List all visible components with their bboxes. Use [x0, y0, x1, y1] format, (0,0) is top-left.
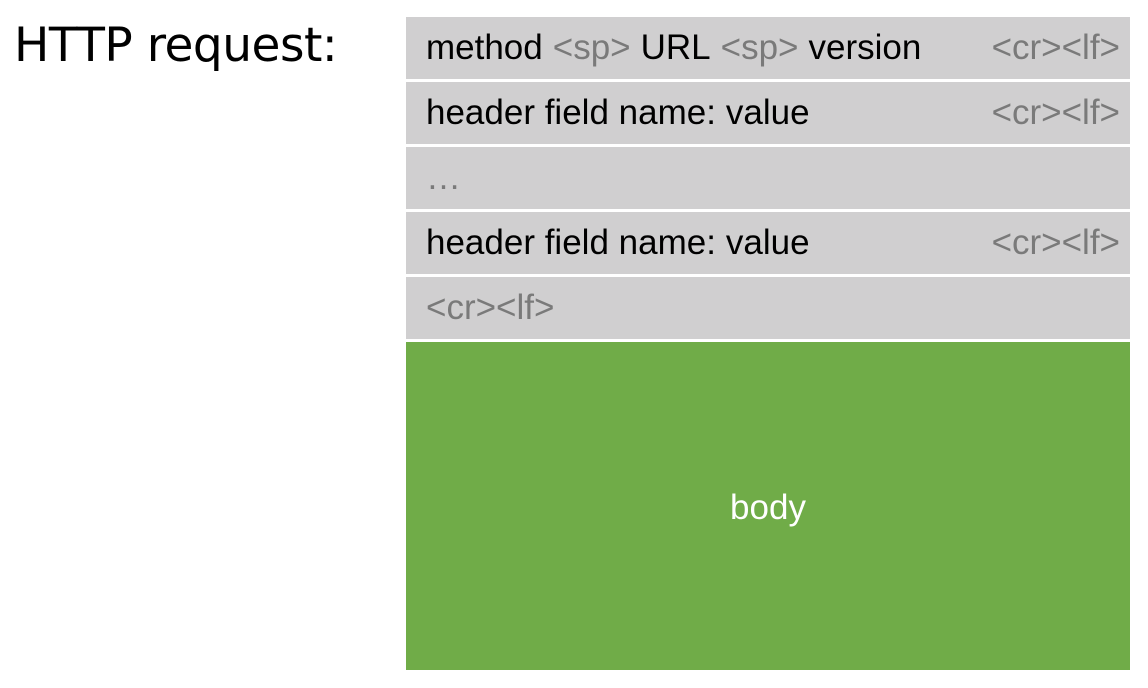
message-lines: method <sp> URL <sp> version <cr><lf> header f…	[406, 17, 1130, 339]
delimiter-token: …	[426, 158, 461, 197]
line-terminator: <cr><lf>	[991, 223, 1120, 262]
field-token: method	[426, 28, 543, 67]
delimiter-token: <sp>	[552, 28, 631, 67]
header-line: header field name: value <cr><lf>	[406, 212, 1130, 274]
delimiter-token: <sp>	[720, 28, 799, 67]
header-line: header field name: value <cr><lf>	[406, 82, 1130, 144]
line-terminator: <cr><lf>	[991, 28, 1120, 67]
field-token: header field name:	[426, 223, 716, 262]
line-content: method <sp> URL <sp> version	[426, 17, 921, 79]
body-label: body	[730, 488, 806, 527]
blank-line: <cr><lf>	[406, 277, 1130, 339]
diagram-title: HTTP request:	[14, 18, 338, 73]
line-terminator: <cr><lf>	[991, 93, 1120, 132]
delimiter-token: <cr><lf>	[426, 288, 555, 327]
line-content: …	[426, 147, 461, 209]
ellipsis-line: …	[406, 147, 1130, 209]
body-section: body	[406, 342, 1130, 670]
field-token: version	[808, 28, 922, 67]
line-content: header field name: value	[426, 212, 810, 274]
line-content: header field name: value	[426, 82, 810, 144]
field-token: value	[725, 93, 810, 132]
http-request-frame: method <sp> URL <sp> version <cr><lf> header f…	[406, 17, 1130, 670]
field-token: URL	[640, 28, 711, 67]
request-line: method <sp> URL <sp> version <cr><lf>	[406, 17, 1130, 79]
field-token: header field name:	[426, 93, 716, 132]
line-content: <cr><lf>	[426, 277, 554, 339]
field-token: value	[725, 223, 810, 262]
